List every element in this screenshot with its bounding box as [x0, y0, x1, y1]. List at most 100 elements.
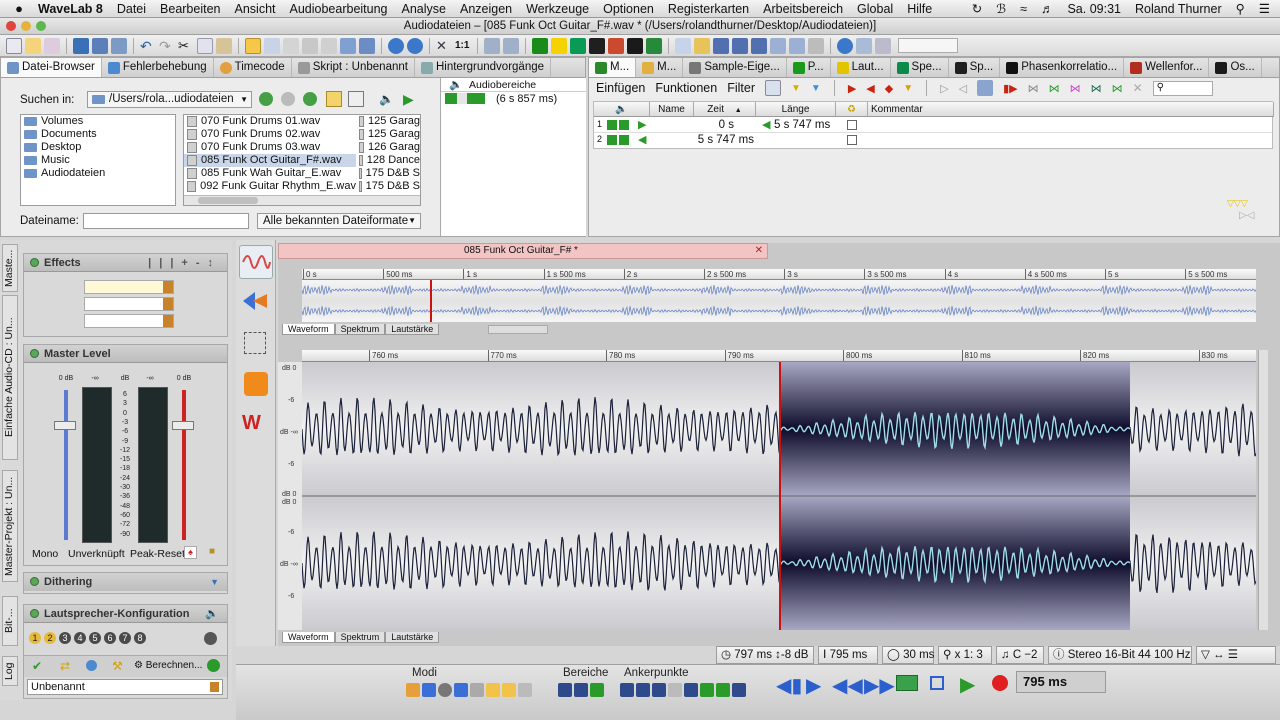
splice-marker-icon[interactable]: ⋈	[1028, 82, 1039, 95]
forward-icon[interactable]	[407, 37, 423, 54]
play-marker-icon[interactable]	[607, 135, 629, 145]
file-item[interactable]: 128 Dance	[356, 154, 420, 167]
speaker-6[interactable]: 6	[104, 632, 116, 644]
anchor-icon[interactable]	[716, 683, 730, 697]
join-icon[interactable]	[751, 37, 767, 54]
tab-hintergrundvorgaenge[interactable]: Hintergrundvorgänge	[415, 58, 552, 77]
mute-marker-icon[interactable]: ⋈	[1070, 82, 1081, 95]
mode-icon[interactable]	[454, 683, 468, 697]
save-menu-icon[interactable]	[44, 37, 60, 54]
marker-search-input[interactable]: ⚲	[1152, 80, 1213, 96]
tab-spectrum-overview[interactable]: Spektrum	[334, 324, 386, 335]
length-status[interactable]: ◯ 30 ms	[882, 646, 934, 664]
waveform-view-icon[interactable]	[532, 37, 548, 54]
playback-marker-icon[interactable]: ⋈	[1112, 82, 1123, 95]
unlinked-button[interactable]: Unverknüpft	[68, 548, 125, 560]
vtab-master[interactable]: Maste...	[2, 244, 18, 292]
folder-music[interactable]: Music	[21, 154, 175, 167]
menu-anzeigen[interactable]: Anzeigen	[460, 2, 512, 16]
menu-werkzeuge[interactable]: Werkzeuge	[526, 2, 589, 16]
save-all-icon[interactable]	[111, 37, 127, 54]
file-item[interactable]: 070 Funk Drums 02.wav	[184, 128, 356, 141]
mode-icon[interactable]	[422, 683, 436, 697]
record-icon[interactable]	[992, 675, 1008, 691]
horizontal-scrollbar[interactable]	[184, 195, 420, 205]
play-marker-icon[interactable]	[607, 120, 629, 130]
save-as-icon[interactable]	[92, 37, 108, 54]
edit-effect-icon[interactable]	[163, 315, 173, 327]
overview-scrollbar[interactable]	[488, 325, 548, 334]
settings-icon[interactable]	[856, 37, 872, 54]
speaker-icon[interactable]: 🔈	[379, 92, 394, 106]
region-play-icon[interactable]	[590, 683, 604, 697]
col-lock[interactable]: ♻	[836, 102, 868, 117]
speaker-icon[interactable]	[694, 37, 710, 54]
time-display[interactable]: 795 ms	[1016, 671, 1106, 693]
tab-loudness-main[interactable]: Lautstärke	[385, 632, 440, 643]
preset-name-field[interactable]: Unbenannt	[27, 679, 223, 695]
volume-icon[interactable]: ♬	[1041, 2, 1054, 16]
file-item[interactable]: 175 D&B S	[356, 167, 420, 180]
minimize-window-icon[interactable]	[21, 21, 31, 31]
tab-timecode[interactable]: Timecode	[214, 58, 292, 77]
power-icon[interactable]	[30, 609, 39, 618]
status-icons[interactable]: ▽ ↔ ☰	[1196, 646, 1276, 664]
wifi-icon[interactable]: ≈	[1020, 2, 1027, 16]
new-file-icon[interactable]	[6, 37, 22, 54]
preset-dropdown[interactable]	[898, 38, 958, 53]
marker-list-icon[interactable]	[765, 80, 781, 96]
file-item[interactable]: 070 Funk Drums 01.wav	[184, 115, 356, 128]
chevron-down-icon[interactable]: ▼	[210, 573, 219, 591]
region-play-icon[interactable]	[445, 93, 485, 104]
format-dropdown[interactable]: Alle bekannten Dateiformate ▼	[257, 213, 421, 229]
play-icon[interactable]: ▶	[960, 672, 975, 697]
file-item[interactable]: 175 D&B S	[356, 180, 420, 193]
marker-end-icon[interactable]: ◀	[866, 82, 874, 95]
menu-datei[interactable]: Datei	[117, 2, 146, 16]
close-window-icon[interactable]	[6, 21, 16, 31]
table-row[interactable]: 1 ▶ 0 s ◀ 5 s 747 ms	[594, 118, 1272, 133]
overview-ruler[interactable]: 0 s 500 ms 1 s 1 s 500 ms 2 s 2 s 500 ms 3 s 3 …	[302, 269, 1256, 280]
zoom-window-icon[interactable]	[36, 21, 46, 31]
effects-controls-icon[interactable]: |||+-↕	[148, 254, 221, 272]
mono-button[interactable]: Mono	[32, 548, 58, 560]
crossfade-icon[interactable]	[789, 37, 805, 54]
loop-toggle-icon[interactable]	[896, 675, 918, 691]
marker-diamond-icon[interactable]: ◆	[885, 82, 893, 95]
menu-einfuegen[interactable]: Einfügen	[596, 81, 645, 95]
menu-ansicht[interactable]: Ansicht	[235, 2, 276, 16]
col-time[interactable]: Zeit ▲	[694, 102, 756, 117]
marker-triangle-icon[interactable]: ▼	[791, 83, 801, 94]
tab-phase-correlation[interactable]: Phasenkorrelatio...	[1000, 58, 1125, 77]
list-view-icon[interactable]	[348, 91, 364, 107]
audio-editor-icon[interactable]	[239, 245, 273, 279]
region-icon[interactable]	[558, 683, 572, 697]
marker-region-icon[interactable]	[977, 80, 994, 96]
zoom-tool-icon[interactable]	[302, 37, 318, 54]
mode-icon[interactable]	[470, 683, 484, 697]
correction-marker-icon[interactable]: ⋈	[1091, 82, 1102, 95]
peak-reset-button[interactable]: Peak-Reset	[130, 548, 185, 560]
lock-icon[interactable]: ■	[209, 546, 215, 557]
preset-icon[interactable]	[210, 682, 219, 692]
paste-icon[interactable]	[216, 37, 232, 54]
compute-button[interactable]: ⚙ Berechnen...	[134, 660, 202, 671]
speaker-7[interactable]: 7	[119, 632, 131, 644]
mode-icon[interactable]	[486, 683, 500, 697]
save-icon[interactable]	[73, 37, 89, 54]
menu-arbeitsbereich[interactable]: Arbeitsbereich	[763, 2, 843, 16]
file-tab[interactable]: 085 Funk Oct Guitar_F# * ✕	[278, 243, 768, 259]
marker-yellow-icon[interactable]: ▼	[903, 83, 913, 94]
folder-volumes[interactable]: Volumes	[21, 115, 175, 128]
format-status[interactable]: ⓘ Stereo 16-Bit 44 100 Hz	[1048, 646, 1192, 664]
spotlight-icon[interactable]: ⚲	[1236, 1, 1245, 16]
power-icon[interactable]	[30, 349, 39, 358]
mode-icon[interactable]	[438, 683, 452, 697]
speaker-2[interactable]: 2	[44, 632, 56, 644]
marker-tool-icon[interactable]	[359, 37, 375, 54]
tab-sample-properties[interactable]: Sample-Eige...	[683, 58, 787, 77]
folder-documents[interactable]: Documents	[21, 128, 175, 141]
cut-icon[interactable]: ✂	[178, 38, 194, 54]
anchor-icon[interactable]	[620, 683, 634, 697]
menu-hilfe[interactable]: Hilfe	[907, 2, 932, 16]
